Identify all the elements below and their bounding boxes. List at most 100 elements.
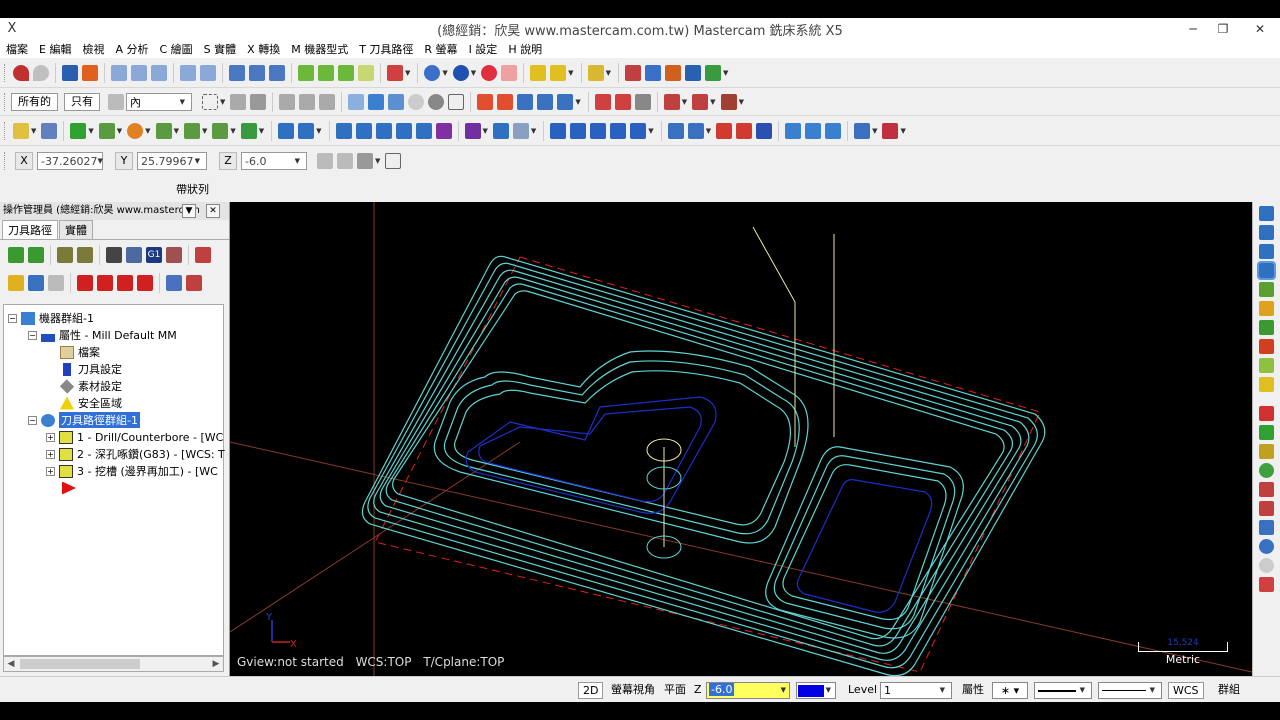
unzoom-icon[interactable] (180, 64, 196, 81)
screen-view-button[interactable]: 螢幕視角 (611, 682, 655, 699)
scroll-to-icon[interactable] (137, 275, 153, 291)
question-icon[interactable] (448, 93, 465, 110)
help-icon[interactable] (624, 64, 641, 81)
collapse-icon[interactable]: − (8, 313, 17, 323)
zoom-target-icon[interactable] (131, 64, 147, 81)
xform-translate-icon[interactable] (278, 122, 295, 139)
select-all-ops-icon[interactable] (8, 247, 24, 263)
xform-scale-icon[interactable] (355, 122, 372, 139)
nest-icon[interactable] (492, 122, 509, 139)
draw-circle-icon[interactable] (1259, 463, 1274, 478)
autocursor-icon[interactable] (337, 153, 353, 169)
ribbon-help-icon[interactable] (385, 153, 402, 169)
fillet-icon[interactable] (155, 122, 172, 139)
edge-select-icon[interactable] (299, 93, 316, 110)
wcs-button[interactable]: WCS (1168, 682, 1204, 699)
point-series-icon[interactable] (41, 122, 58, 139)
thicken-icon[interactable] (736, 122, 753, 139)
vertex-select-icon[interactable] (368, 93, 385, 110)
dimension-icon[interactable] (663, 93, 680, 110)
verify-icon[interactable] (126, 247, 142, 263)
body-select-icon[interactable] (319, 93, 336, 110)
face-select-icon[interactable] (279, 93, 296, 110)
selection-mode-combo[interactable]: 內 ▼ (126, 92, 192, 111)
lock-icon[interactable] (8, 275, 24, 291)
draw-line-icon[interactable] (1259, 444, 1274, 459)
find-features-icon[interactable] (825, 122, 842, 139)
add-point-icon[interactable] (70, 122, 87, 139)
fast-point-icon[interactable] (317, 153, 333, 169)
snap-settings-icon[interactable] (357, 153, 373, 169)
tree-safety-zone[interactable]: 安全區域 (60, 395, 122, 411)
cplane-icon[interactable] (387, 64, 403, 81)
redo-icon[interactable] (33, 64, 49, 81)
chain-icon[interactable] (664, 64, 681, 81)
graphics-viewport[interactable]: Y X Gview:not started WCS:TOP T/Cplane:T… (230, 202, 1252, 676)
menu-view[interactable]: 檢視 (82, 41, 104, 57)
layers-icon[interactable] (1259, 339, 1274, 354)
menu-settings[interactable]: I 設定 (469, 41, 498, 57)
gview-top-icon[interactable] (298, 64, 314, 81)
solid-loft-icon[interactable] (610, 122, 627, 139)
offset-contour-icon[interactable] (512, 122, 529, 139)
arc-snap-icon[interactable] (517, 93, 534, 110)
xform-roll-icon[interactable] (435, 122, 452, 139)
layout-icon[interactable] (805, 122, 822, 139)
note-icon[interactable] (692, 93, 709, 110)
scroll-right-icon[interactable]: ▶ (209, 657, 223, 671)
draft-icon[interactable] (785, 122, 802, 139)
pan-icon[interactable] (62, 64, 78, 81)
plot-icon[interactable] (720, 93, 737, 110)
globe-view-icon[interactable] (424, 64, 441, 81)
delete-ops-icon[interactable] (195, 247, 211, 263)
xform-rotate-icon[interactable] (298, 122, 315, 139)
move-up-icon[interactable] (97, 275, 113, 291)
ops-dropdown-icon[interactable]: ▼ (182, 204, 196, 218)
gview-side-icon[interactable] (338, 64, 354, 81)
move-down-icon[interactable] (77, 275, 93, 291)
export-icon[interactable] (704, 64, 721, 81)
color-picker[interactable]: ▼ (796, 682, 836, 699)
tree-op-2[interactable]: + 2 - 深孔啄鑽(G83) - [WCS: T (46, 446, 225, 462)
extrude-icon[interactable] (240, 122, 257, 139)
line-style-combo[interactable]: ▼ (1034, 682, 1092, 699)
xform-offset-icon[interactable] (375, 122, 392, 139)
list-icon[interactable] (497, 93, 514, 110)
drag-icon[interactable] (464, 122, 481, 139)
view-right-icon[interactable] (1259, 244, 1274, 259)
xform-mirror-icon[interactable] (335, 122, 352, 139)
flag-icon[interactable] (1259, 577, 1274, 592)
highfeed-icon[interactable] (166, 247, 182, 263)
xform-array-icon[interactable] (395, 122, 412, 139)
select-mask-icon[interactable] (108, 93, 124, 110)
tree-insert-arrow[interactable] (62, 480, 80, 496)
select-dirty-ops-icon[interactable] (28, 247, 44, 263)
shell-icon[interactable] (667, 122, 684, 139)
select-all-button[interactable]: 所有的 (11, 92, 58, 111)
mode-2d-button[interactable]: 2D (578, 682, 604, 699)
measure-icon[interactable] (587, 64, 604, 81)
fit-icon[interactable] (82, 64, 98, 81)
tree-files[interactable]: 檔案 (60, 344, 100, 360)
line-icon[interactable] (98, 122, 115, 139)
groups-button[interactable]: 群組 (1218, 682, 1240, 699)
tree-op-3[interactable]: + 3 - 挖槽 (邊界再加工) - [WC (46, 463, 218, 479)
analyze-icon[interactable] (550, 64, 567, 81)
menu-solids[interactable]: S 實體 (204, 41, 236, 57)
view-top-icon[interactable] (1259, 206, 1274, 221)
tangent-snap-icon[interactable] (537, 93, 554, 110)
add-entity-icon[interactable] (1259, 425, 1274, 440)
x-coord-field[interactable]: -37.26027 ▼ (37, 152, 103, 170)
restore-icon[interactable]: ❐ (1208, 18, 1238, 40)
tab-solids[interactable]: 實體 (59, 220, 93, 239)
trim-icon[interactable] (212, 122, 229, 139)
z-coord-field[interactable]: -6.0 ▼ (241, 152, 307, 170)
tree-op-1[interactable]: + 1 - Drill/Counterbore - [WC (46, 429, 223, 445)
clear-colors-icon[interactable] (269, 64, 285, 81)
wireframe-cube-icon[interactable] (1259, 358, 1274, 373)
plot-curve-icon[interactable] (1259, 406, 1274, 421)
cube-icon[interactable] (1259, 282, 1274, 297)
scroll-left-icon[interactable]: ◀ (4, 657, 18, 671)
collapse-icon[interactable]: − (28, 415, 37, 425)
boolean-icon[interactable] (687, 122, 704, 139)
